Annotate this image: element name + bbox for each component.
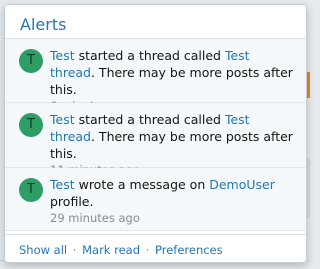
alert-list: T Test started a thread called Test thre… bbox=[5, 39, 306, 231]
alert-user-link[interactable]: Test bbox=[50, 177, 75, 192]
footer-separator: · bbox=[145, 243, 150, 257]
show-all-link[interactable]: Show all bbox=[19, 243, 67, 257]
avatar[interactable]: T bbox=[19, 178, 43, 202]
alerts-footer: Show all · Mark read · Preferences bbox=[5, 234, 306, 262]
alert-target-link[interactable]: DemoUser bbox=[209, 177, 275, 192]
alert-user-link[interactable]: Test bbox=[50, 112, 75, 127]
alert-text-before: started a thread called bbox=[74, 48, 225, 63]
alert-time: 29 minutes ago bbox=[50, 211, 140, 225]
alert-text: Test wrote a message on DemoUser profile… bbox=[50, 176, 296, 210]
alerts-header: Alerts bbox=[5, 5, 306, 39]
alerts-title: Alerts bbox=[20, 15, 67, 34]
mark-read-link[interactable]: Mark read bbox=[82, 243, 140, 257]
footer-separator: · bbox=[72, 243, 77, 257]
alert-text-before: started a thread called bbox=[74, 112, 225, 127]
alert-text-after: profile. bbox=[50, 194, 94, 209]
avatar[interactable]: T bbox=[19, 113, 43, 137]
alerts-popup: Alerts T Test started a thread called Te… bbox=[4, 4, 307, 263]
alert-user-link[interactable]: Test bbox=[50, 48, 75, 63]
alert-text: Test started a thread called Test thread… bbox=[50, 111, 296, 162]
alert-item[interactable]: T Test wrote a message on DemoUser profi… bbox=[5, 168, 306, 231]
alert-item[interactable]: T Test started a thread called Test thre… bbox=[5, 103, 306, 177]
alert-text-before: wrote a message on bbox=[74, 177, 210, 192]
preferences-link[interactable]: Preferences bbox=[155, 243, 223, 257]
avatar[interactable]: T bbox=[19, 49, 43, 73]
alert-item[interactable]: T Test started a thread called Test thre… bbox=[5, 39, 306, 113]
alert-text: Test started a thread called Test thread… bbox=[50, 47, 296, 98]
